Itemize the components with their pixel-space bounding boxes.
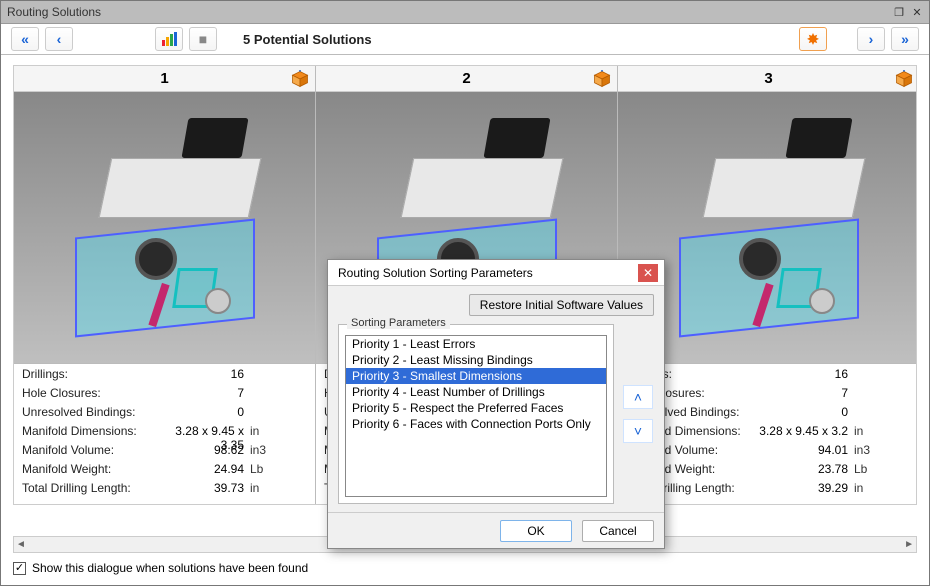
stat-value: 24.94 bbox=[154, 462, 250, 476]
stat-row: Manifold Dimensions: 3.28 x 9.45 x 3.2 i… bbox=[626, 424, 911, 443]
orientation-cube-icon[interactable] bbox=[593, 70, 611, 88]
show-dialogue-checkbox[interactable]: ✓ bbox=[13, 562, 26, 575]
stat-row: Manifold Weight: 23.78 Lb bbox=[626, 462, 911, 481]
stat-unit: Lb bbox=[854, 462, 878, 476]
assembly-illustration bbox=[669, 118, 869, 338]
bars-icon bbox=[162, 32, 177, 46]
settings-button[interactable]: ✸ bbox=[799, 27, 827, 51]
priority-listbox[interactable]: Priority 1 - Least ErrorsPriority 2 - Le… bbox=[345, 335, 607, 497]
assembly-illustration bbox=[65, 118, 265, 338]
stat-value: 7 bbox=[154, 386, 250, 400]
stat-row: Manifold Dimensions: 3.28 x 9.45 x 3.35 … bbox=[22, 424, 307, 443]
routing-solutions-window: Routing Solutions ❐ ✕ « ‹ ■ 5 Potential … bbox=[0, 0, 930, 586]
stat-row: Manifold Weight: 24.94 Lb bbox=[22, 462, 307, 481]
stat-label: Drillings: bbox=[22, 367, 154, 381]
show-dialogue-label: Show this dialogue when solutions have b… bbox=[32, 561, 308, 575]
stat-row: Hole Closures: 7 bbox=[626, 386, 911, 405]
stats-panel: Drillings: 16 Hole Closures: 7 Unresolve… bbox=[14, 363, 315, 504]
close-icon[interactable]: ✕ bbox=[911, 6, 923, 18]
card-header: 2 bbox=[316, 66, 617, 92]
stat-unit: in bbox=[250, 424, 274, 438]
card-number: 3 bbox=[764, 70, 772, 87]
stat-value: 16 bbox=[758, 367, 854, 381]
dialog-title: Routing Solution Sorting Parameters bbox=[338, 266, 533, 280]
restore-icon[interactable]: ❐ bbox=[893, 6, 905, 18]
stat-label: Total Drilling Length: bbox=[22, 481, 154, 495]
priority-list-item[interactable]: Priority 2 - Least Missing Bindings bbox=[346, 352, 606, 368]
last-button[interactable]: » bbox=[891, 27, 919, 51]
priority-list-item[interactable]: Priority 3 - Smallest Dimensions bbox=[346, 368, 606, 384]
stat-row: Total Drilling Length: 39.73 in bbox=[22, 481, 307, 500]
stat-label: Manifold Volume: bbox=[22, 443, 154, 457]
orientation-cube-icon[interactable] bbox=[895, 70, 913, 88]
stat-value: 39.73 bbox=[154, 481, 250, 495]
stat-label: Hole Closures: bbox=[22, 386, 154, 400]
sort-chart-button[interactable] bbox=[155, 27, 183, 51]
move-down-button[interactable]: ˅ bbox=[623, 419, 653, 443]
card-header: 1 bbox=[14, 66, 315, 92]
ok-button[interactable]: OK bbox=[500, 520, 572, 542]
stat-value: 3.28 x 9.45 x 3.2 bbox=[758, 424, 854, 438]
stat-unit: in bbox=[250, 481, 274, 495]
next-button[interactable]: › bbox=[857, 27, 885, 51]
stat-value: 0 bbox=[758, 405, 854, 419]
stat-unit: in bbox=[854, 424, 878, 438]
priority-list-item[interactable]: Priority 5 - Respect the Preferred Faces bbox=[346, 400, 606, 416]
stat-label: Unresolved Bindings: bbox=[22, 405, 154, 419]
scroll-left-icon[interactable]: ◄ bbox=[16, 539, 26, 550]
viewport-3d[interactable] bbox=[14, 92, 315, 363]
prev-button[interactable]: ‹ bbox=[45, 27, 73, 51]
stat-value: 98.62 bbox=[154, 443, 250, 457]
sorting-parameters-dialog: Routing Solution Sorting Parameters ✕ Re… bbox=[327, 259, 665, 549]
stat-value: 7 bbox=[758, 386, 854, 400]
card-number: 2 bbox=[462, 70, 470, 87]
stat-unit: in3 bbox=[250, 443, 274, 457]
orientation-cube-icon[interactable] bbox=[291, 70, 309, 88]
stat-row: Manifold Volume: 98.62 in3 bbox=[22, 443, 307, 462]
stat-unit: in3 bbox=[854, 443, 878, 457]
stop-button[interactable]: ■ bbox=[189, 27, 217, 51]
card-number: 1 bbox=[160, 70, 168, 87]
move-up-button[interactable]: ˄ bbox=[623, 385, 653, 409]
toolbar: « ‹ ■ 5 Potential Solutions ✸ › » bbox=[1, 23, 929, 55]
stat-row: Manifold Volume: 94.01 in3 bbox=[626, 443, 911, 462]
stat-row: Drillings: 16 bbox=[22, 367, 307, 386]
dialog-close-button[interactable]: ✕ bbox=[638, 264, 658, 282]
titlebar: Routing Solutions ❐ ✕ bbox=[1, 1, 929, 23]
stat-unit: in bbox=[854, 481, 878, 495]
cancel-button[interactable]: Cancel bbox=[582, 520, 654, 542]
solution-card: 1 Drillings: 16 Hole Closures: 7 bbox=[14, 66, 316, 504]
window-title: Routing Solutions bbox=[7, 5, 101, 19]
stat-row: Hole Closures: 7 bbox=[22, 386, 307, 405]
stat-row: Unresolved Bindings: 0 bbox=[626, 405, 911, 424]
stat-row: Unresolved Bindings: 0 bbox=[22, 405, 307, 424]
stat-label: Manifold Weight: bbox=[22, 462, 154, 476]
priority-list-item[interactable]: Priority 4 - Least Number of Drillings bbox=[346, 384, 606, 400]
sorting-parameters-legend: Sorting Parameters bbox=[347, 317, 450, 329]
priority-list-item[interactable]: Priority 6 - Faces with Connection Ports… bbox=[346, 416, 606, 432]
scroll-right-icon[interactable]: ► bbox=[904, 539, 914, 550]
priority-list-item[interactable]: Priority 1 - Least Errors bbox=[346, 336, 606, 352]
stat-unit: Lb bbox=[250, 462, 274, 476]
stat-row: Drillings: 16 bbox=[626, 367, 911, 386]
stat-value: 23.78 bbox=[758, 462, 854, 476]
stat-value: 94.01 bbox=[758, 443, 854, 457]
restore-defaults-button[interactable]: Restore Initial Software Values bbox=[469, 294, 654, 316]
stat-value: 16 bbox=[154, 367, 250, 381]
headline: 5 Potential Solutions bbox=[243, 32, 372, 47]
first-button[interactable]: « bbox=[11, 27, 39, 51]
stat-value: 0 bbox=[154, 405, 250, 419]
stat-row: Total Drilling Length: 39.29 in bbox=[626, 481, 911, 500]
stat-value: 39.29 bbox=[758, 481, 854, 495]
card-header: 3 bbox=[618, 66, 917, 92]
stat-label: Manifold Dimensions: bbox=[22, 424, 154, 438]
